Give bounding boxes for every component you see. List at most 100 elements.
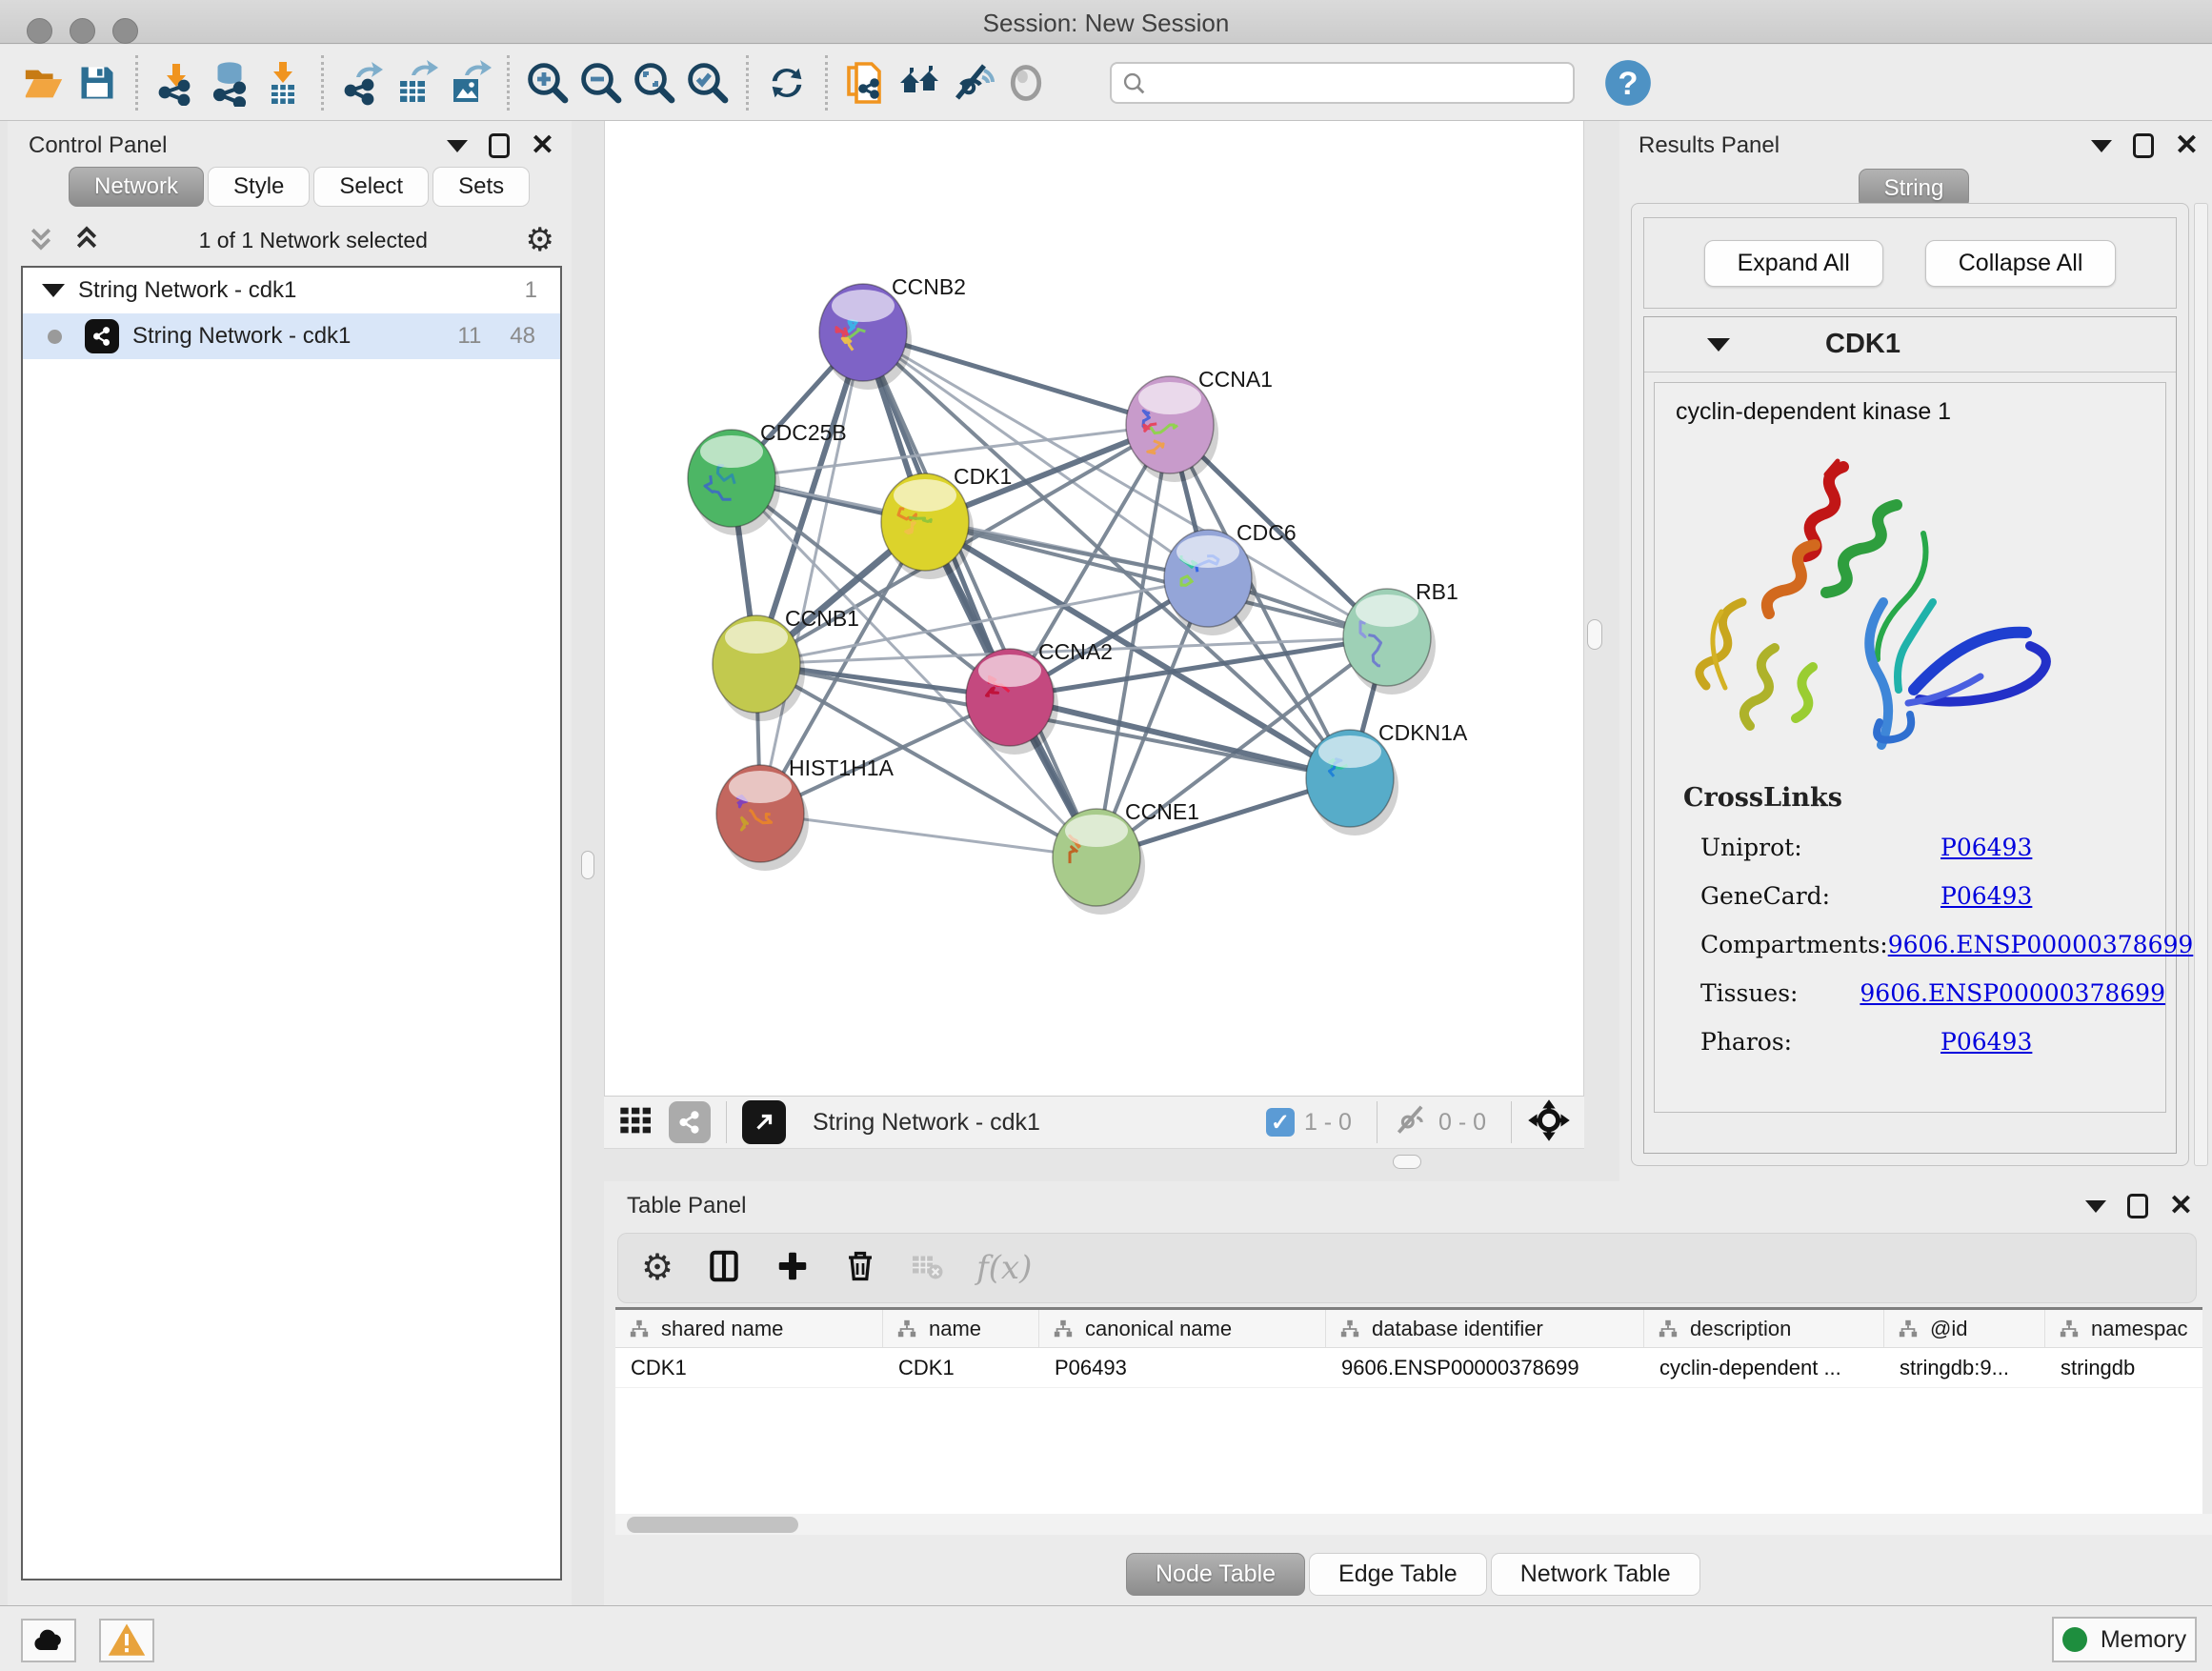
column-header-database-identifier[interactable]: database identifier [1326,1310,1644,1347]
network-options-gear-icon[interactable]: ⚙ [526,224,554,256]
panel-close-icon[interactable]: ✕ [531,133,554,158]
node-CDKN1A[interactable] [1306,730,1398,836]
node-CCNB2[interactable] [819,284,912,390]
open-session-icon[interactable] [17,56,70,110]
grid-view-icon[interactable] [617,1101,655,1144]
selected-checkbox-icon[interactable]: ✓ [1266,1108,1295,1137]
results-scrollbar[interactable] [2194,203,2208,1166]
node-HIST1H1A[interactable] [716,765,809,871]
hidden-eye-icon[interactable] [1393,1102,1429,1143]
string-view-icon[interactable] [669,1101,711,1143]
zoom-selected-icon[interactable] [681,56,734,110]
table-cell[interactable]: stringdb [2045,1348,2202,1387]
crosslink-link[interactable]: P06493 [1941,834,2032,861]
open-in-window-icon[interactable] [742,1100,786,1144]
edge-CCNB2-HIST1H1A[interactable] [760,332,863,814]
node-gloss [1318,735,1381,768]
table-cell[interactable]: cyclin-dependent ... [1644,1348,1884,1387]
collapse-all-networks-icon[interactable] [27,224,55,257]
panel-close-icon[interactable]: ✕ [2175,133,2199,158]
table-horizontal-scrollbar[interactable] [615,1514,2212,1535]
edge-HIST1H1A-CCNE1[interactable] [760,814,1096,857]
crosslink-link[interactable]: 9606.ENSP00000378699 [1888,931,2194,958]
edge-CCNB2-CCNE1[interactable] [863,332,1096,857]
node-CCNA2[interactable] [966,649,1058,755]
warning-button[interactable] [99,1619,154,1662]
crosslink-link[interactable]: P06493 [1941,1028,2032,1056]
expand-all-button[interactable]: Expand All [1704,240,1883,287]
import-network-file-icon[interactable] [150,56,203,110]
collection-disclosure-icon[interactable] [42,284,65,297]
export-image-icon[interactable] [442,56,495,110]
panel-float-icon[interactable] [2127,1194,2148,1218]
node-CCNA1[interactable] [1126,376,1218,482]
zoom-fit-icon[interactable] [628,56,681,110]
import-table-file-icon[interactable] [256,56,310,110]
node-label-CCNA2: CCNA2 [1038,639,1113,664]
panel-float-icon[interactable] [2133,133,2154,158]
node-CDC25B[interactable] [688,430,780,535]
panel-menu-icon[interactable] [447,140,468,152]
hide-details-icon[interactable] [946,56,999,110]
show-columns-icon[interactable] [706,1248,742,1289]
tab-sets[interactable]: Sets [432,167,530,207]
node-CCNE1[interactable] [1053,809,1145,915]
table-cell[interactable]: CDK1 [883,1348,1039,1387]
eye-icon[interactable] [999,56,1053,110]
panel-menu-icon[interactable] [2091,140,2112,152]
memory-button[interactable]: Memory [2052,1617,2197,1662]
import-network-database-icon[interactable] [203,56,256,110]
tab-network[interactable]: Network [69,167,204,207]
right-splitter-handle[interactable] [1587,619,1602,650]
zoom-in-icon[interactable] [521,56,574,110]
save-session-icon[interactable] [70,56,124,110]
network-row-selected[interactable]: String Network - cdk1 11 48 [23,313,560,359]
column-header-shared-name[interactable]: shared name [615,1310,883,1347]
left-splitter-handle[interactable] [581,851,594,879]
cloud-status-button[interactable] [21,1619,76,1662]
column-header-canonical-name[interactable]: canonical name [1039,1310,1326,1347]
tab-select[interactable]: Select [313,167,429,207]
tab-style[interactable]: Style [208,167,310,207]
network-canvas[interactable]: CCNB2CCNA1CDC25BCDK1CDC6RB1CCNB1CCNA2CDK… [604,121,1584,1096]
column-header-name[interactable]: name [883,1310,1039,1347]
entry-disclosure-icon[interactable] [1707,338,1730,352]
panel-menu-icon[interactable] [2085,1200,2106,1213]
tab-edge-table[interactable]: Edge Table [1309,1553,1487,1596]
clone-document-icon[interactable] [839,56,893,110]
crosslink-link[interactable]: P06493 [1941,882,2032,910]
expand-all-networks-icon[interactable] [72,224,101,257]
scrollbar-thumb[interactable] [627,1517,798,1533]
table-cell[interactable]: CDK1 [615,1348,883,1387]
column-header-description[interactable]: description [1644,1310,1884,1347]
birds-eye-crosshair-icon[interactable] [1527,1098,1571,1147]
refresh-layout-icon[interactable] [760,56,814,110]
node-table[interactable]: shared namenamecanonical namedatabase id… [615,1307,2202,1519]
export-network-icon[interactable] [335,56,389,110]
search-input[interactable] [1110,62,1575,104]
export-table-icon[interactable] [389,56,442,110]
panel-float-icon[interactable] [489,133,510,158]
column-header-@id[interactable]: @id [1884,1310,2045,1347]
add-column-icon[interactable] [774,1248,811,1289]
help-icon[interactable]: ? [1601,56,1655,110]
network-collection-row[interactable]: String Network - cdk1 1 [23,268,560,313]
zoom-out-icon[interactable] [574,56,628,110]
crosslink-link[interactable]: 9606.ENSP00000378699 [1860,979,2165,1007]
table-cell[interactable]: 9606.ENSP00000378699 [1326,1348,1644,1387]
collapse-all-button[interactable]: Collapse All [1925,240,2117,287]
homes-icon[interactable] [893,56,946,110]
bottom-splitter-handle[interactable] [1393,1155,1421,1169]
panel-close-icon[interactable]: ✕ [2169,1194,2193,1218]
node-RB1[interactable] [1343,589,1436,695]
tab-node-table[interactable]: Node Table [1126,1553,1305,1596]
column-header-namespac[interactable]: namespac [2045,1310,2202,1347]
delete-column-icon[interactable] [843,1249,877,1288]
node-CDK1[interactable] [881,473,974,579]
table-cell[interactable]: P06493 [1039,1348,1326,1387]
table-options-gear-icon[interactable]: ⚙ [641,1252,674,1284]
column-type-icon [1658,1319,1679,1339]
table-cell[interactable]: stringdb:9... [1884,1348,2045,1387]
node-result-header[interactable]: CDK1 [1644,317,2176,372]
tab-network-table[interactable]: Network Table [1491,1553,1700,1596]
